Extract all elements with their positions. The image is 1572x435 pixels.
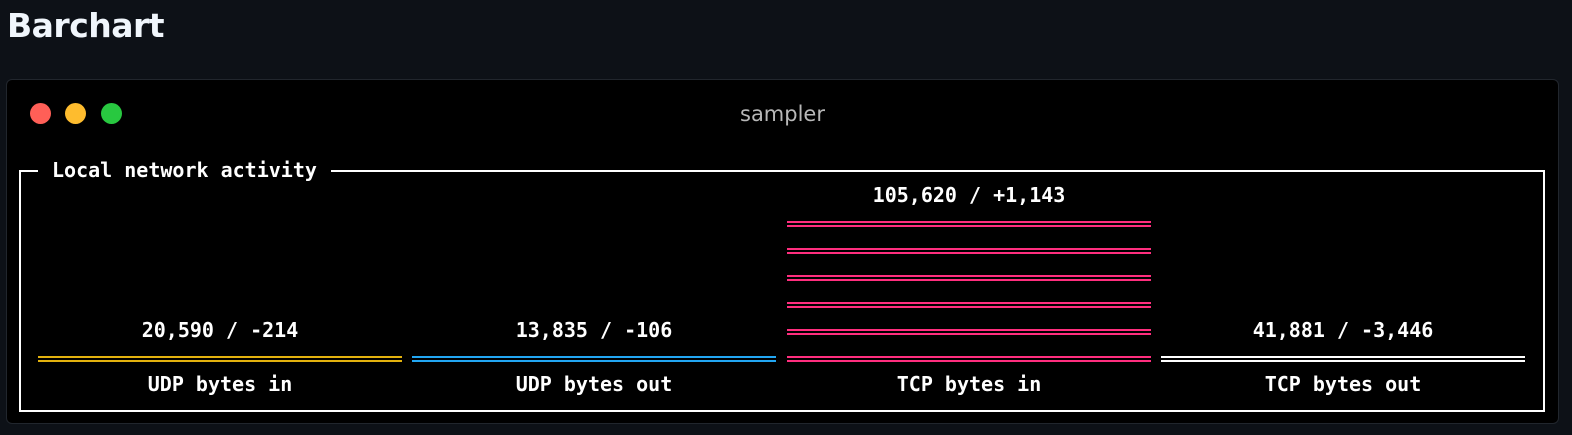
bar-segment [412,356,776,362]
page-heading: Barchart [7,6,165,45]
bar-value-label: 105,620 / +1,143 [872,183,1066,207]
bar-segment [787,221,1151,227]
bar-value-label: 20,590 / -214 [141,318,299,342]
bar-column: 105,620 / +1,143 TCP bytes in [787,172,1151,412]
bar-column: 41,881 / -3,446 TCP bytes out [1161,172,1525,412]
window-title: sampler [740,102,825,126]
bar-segment [787,248,1151,254]
bar-category-label: UDP bytes in [147,372,293,396]
barchart-panel: Local network activity 20,590 / -214 UDP … [19,156,1545,412]
bar-column: 20,590 / -214 UDP bytes in [38,172,402,412]
bar-segment [38,356,402,362]
bar-column: 13,835 / -106 UDP bytes out [412,172,776,412]
terminal-window: sampler Local network activity 20,590 / … [6,79,1559,424]
bar-value-label: 13,835 / -106 [515,318,673,342]
bar-category-label: TCP bytes in [896,372,1042,396]
bar-category-label: TCP bytes out [1264,372,1422,396]
bar-segment [787,329,1151,335]
bar-segment [787,302,1151,308]
bar-value-label: 41,881 / -3,446 [1252,318,1434,342]
bar-segment [1161,356,1525,362]
bar-category-label: UDP bytes out [515,372,673,396]
bar-segment [787,275,1151,281]
bar-segment [787,356,1151,362]
